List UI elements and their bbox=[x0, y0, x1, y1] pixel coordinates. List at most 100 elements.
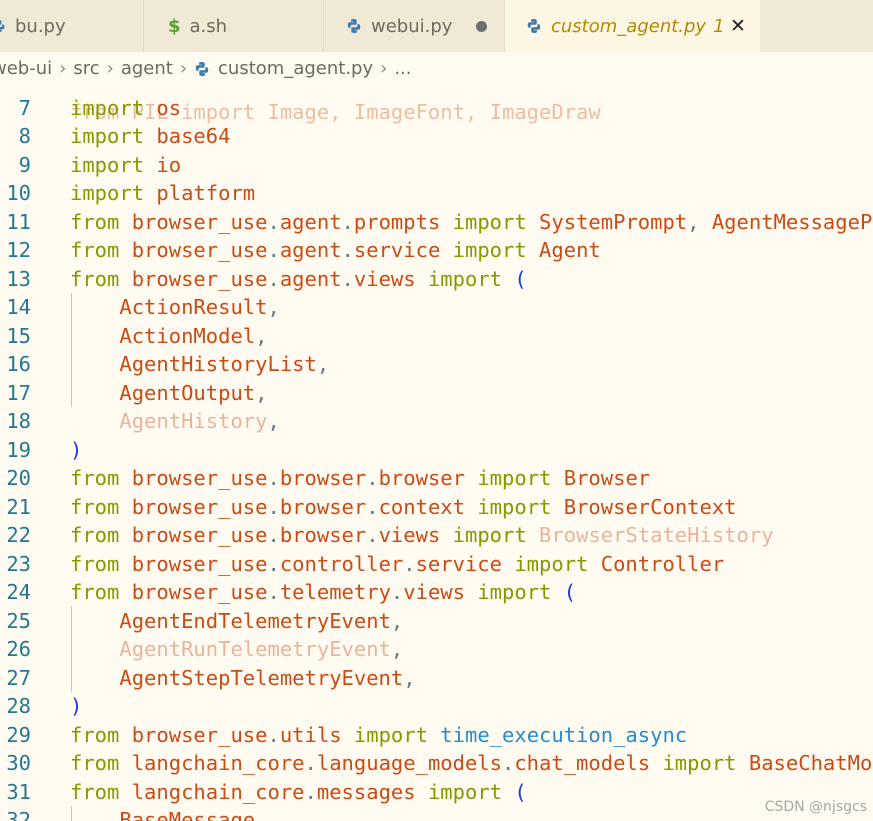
code-line[interactable]: 14 ActionResult, bbox=[0, 293, 873, 322]
problem-count-badge: 1 bbox=[713, 15, 725, 37]
code-line[interactable]: 26 AgentRunTelemetryEvent, bbox=[0, 635, 873, 664]
line-number: 21 bbox=[6, 494, 31, 519]
indent-guide bbox=[71, 293, 72, 407]
line-number: 18 bbox=[6, 409, 31, 433]
line-number: 8 bbox=[18, 124, 31, 148]
code-text: import io bbox=[70, 152, 182, 177]
code-line[interactable]: 8 import base64 bbox=[0, 122, 873, 151]
line-number: 11 bbox=[6, 209, 31, 234]
code-line[interactable]: 13 from browser_use.agent.views import ( bbox=[0, 265, 873, 294]
line-number: 15 bbox=[6, 323, 31, 348]
code-line[interactable]: 7 import os bbox=[0, 94, 873, 123]
line-number: 25 bbox=[6, 608, 31, 633]
chevron-right-icon: › bbox=[179, 58, 188, 79]
code-text: from browser_use.browser.views import Br… bbox=[70, 523, 774, 547]
code-text: AgentOutput, bbox=[119, 380, 268, 405]
tab-bu-py[interactable]: bu.py bbox=[0, 0, 144, 52]
code-text: BaseMessage, bbox=[119, 808, 268, 821]
code-line[interactable]: 19) bbox=[0, 436, 873, 465]
line-number: 12 bbox=[6, 238, 31, 262]
breadcrumb-item-symbols[interactable]: ... bbox=[394, 58, 411, 79]
editor-tab-bar: bu.py $ a.sh webui.py custom_agent.py 1 … bbox=[0, 0, 873, 52]
code-line[interactable]: 28) bbox=[0, 692, 873, 721]
tab-label: webui.py bbox=[371, 15, 453, 37]
code-text: from browser_use.utils import time_execu… bbox=[70, 722, 688, 747]
code-line[interactable]: 10 import platform bbox=[0, 179, 873, 208]
line-number: 19 bbox=[6, 437, 31, 462]
code-text: from browser_use.agent.prompts import Sy… bbox=[70, 209, 873, 234]
code-text: AgentRunTelemetryEvent, bbox=[119, 637, 404, 661]
code-text: from langchain_core.language_models.chat… bbox=[70, 751, 873, 775]
line-number: 28 bbox=[6, 694, 31, 718]
code-line[interactable]: 15 ActionModel, bbox=[0, 322, 873, 351]
line-number: 16 bbox=[6, 352, 31, 376]
line-number: 30 bbox=[6, 751, 31, 775]
code-line[interactable]: 11 from browser_use.agent.prompts import … bbox=[0, 208, 873, 237]
python-icon bbox=[194, 61, 210, 77]
code-line[interactable]: 20 from browser_use.browser.browser impor… bbox=[0, 464, 873, 493]
watermark: CSDN @njsgcs bbox=[764, 799, 867, 815]
code-line[interactable]: 32 BaseMessage, bbox=[0, 806, 873, 821]
code-line[interactable]: 9 import io bbox=[0, 151, 873, 180]
code-text: from browser_use.browser.browser import … bbox=[70, 466, 651, 490]
python-icon bbox=[526, 18, 542, 34]
code-text: AgentEndTelemetryEvent, bbox=[119, 608, 404, 633]
tab-label: bu.py bbox=[15, 15, 66, 37]
chevron-right-icon: › bbox=[59, 58, 67, 79]
code-editor[interactable]: from PIL import Image, ImageFont, ImageD… bbox=[0, 85, 873, 821]
code-text: AgentHistory, bbox=[119, 409, 280, 433]
code-line[interactable]: 23 from browser_use.controller.service im… bbox=[0, 550, 873, 579]
code-line[interactable]: 31 from langchain_core.messages import ( bbox=[0, 778, 873, 807]
tab-label: a.sh bbox=[189, 15, 228, 37]
code-line[interactable]: 25 AgentEndTelemetryEvent, bbox=[0, 607, 873, 636]
line-number: 7 bbox=[18, 95, 31, 120]
code-text: AgentStepTelemetryEvent, bbox=[119, 665, 416, 690]
line-number: 13 bbox=[6, 266, 31, 291]
code-line[interactable]: 12 from browser_use.agent.service import … bbox=[0, 236, 873, 265]
indent-guide bbox=[71, 606, 72, 692]
line-number: 22 bbox=[6, 523, 31, 547]
code-text: from browser_use.agent.views import ( bbox=[70, 266, 527, 291]
code-text: from browser_use.browser.context import … bbox=[70, 494, 737, 519]
code-text: import os bbox=[70, 95, 182, 120]
breadcrumb-item-agent[interactable]: agent bbox=[121, 58, 173, 79]
shell-dollar-icon: $ bbox=[168, 15, 181, 37]
line-number: 9 bbox=[18, 152, 31, 177]
code-line[interactable]: 17 AgentOutput, bbox=[0, 379, 873, 408]
code-text: ) bbox=[70, 694, 83, 718]
code-line[interactable]: 30 from langchain_core.language_models.ch… bbox=[0, 749, 873, 778]
line-number: 26 bbox=[6, 637, 31, 661]
code-line[interactable]: 29 from browser_use.utils import time_exe… bbox=[0, 721, 873, 750]
code-line[interactable]: 16 AgentHistoryList, bbox=[0, 350, 873, 379]
code-line[interactable]: 22 from browser_use.browser.views import … bbox=[0, 521, 873, 550]
python-icon bbox=[346, 18, 362, 34]
breadcrumb-item-web-ui[interactable]: web-ui bbox=[0, 58, 52, 79]
code-text: ActionResult, bbox=[119, 295, 280, 319]
code-text: AgentHistoryList, bbox=[119, 352, 330, 376]
breadcrumb-item-file[interactable]: custom_agent.py bbox=[218, 58, 373, 79]
line-number: 23 bbox=[6, 551, 31, 576]
code-line[interactable]: 27 AgentStepTelemetryEvent, bbox=[0, 664, 873, 693]
chevron-right-icon: › bbox=[106, 58, 114, 79]
code-line[interactable]: 21 from browser_use.browser.context impor… bbox=[0, 493, 873, 522]
code-line[interactable]: 18 AgentHistory, bbox=[0, 407, 873, 436]
tab-custom-agent-py[interactable]: custom_agent.py 1 bbox=[505, 0, 760, 52]
python-icon bbox=[0, 19, 6, 33]
unsaved-dot-icon[interactable] bbox=[476, 21, 487, 32]
tab-a-sh[interactable]: $ a.sh bbox=[144, 0, 324, 52]
code-text: import base64 bbox=[70, 124, 231, 148]
code-text: from browser_use.agent.service import Ag… bbox=[70, 238, 601, 262]
line-number: 29 bbox=[6, 722, 31, 747]
line-number: 10 bbox=[6, 181, 31, 205]
line-number: 31 bbox=[6, 779, 31, 804]
close-icon[interactable]: ✕ bbox=[730, 17, 746, 36]
line-number: 14 bbox=[6, 295, 31, 319]
code-text: import platform bbox=[70, 181, 256, 205]
code-text: ) bbox=[70, 437, 83, 462]
breadcrumb-item-src[interactable]: src bbox=[73, 58, 99, 79]
indent-guide bbox=[71, 806, 72, 821]
code-text: from browser_use.telemetry.views import … bbox=[70, 580, 577, 604]
code-line[interactable]: 24 from browser_use.telemetry.views impor… bbox=[0, 578, 873, 607]
line-number: 20 bbox=[6, 466, 31, 490]
code-text: from browser_use.controller.service impo… bbox=[70, 551, 725, 576]
